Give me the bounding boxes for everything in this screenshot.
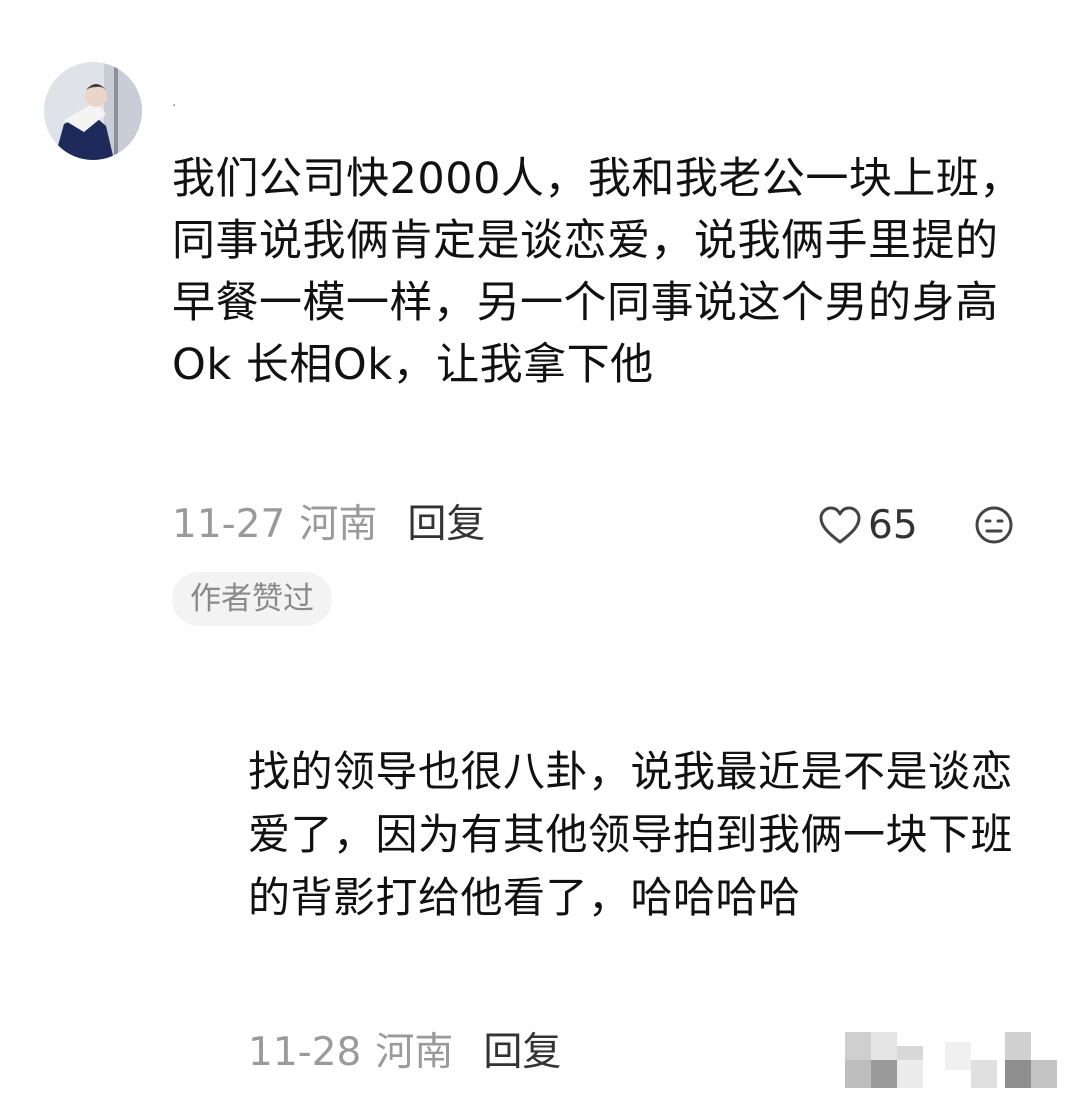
like-count: 65 bbox=[868, 502, 918, 548]
avatar[interactable] bbox=[44, 62, 142, 160]
comment-meta: 11-28 河南 回复 bbox=[248, 1028, 561, 1078]
username[interactable]: . bbox=[172, 92, 176, 112]
reply-button[interactable]: 回复 bbox=[407, 502, 485, 547]
like-button[interactable]: 65 bbox=[818, 500, 918, 550]
comment-item: 找的领导也很八卦，说我最近是不是谈恋爱了，因为有其他领导拍到我俩一块下班的背影打… bbox=[0, 640, 1080, 1096]
emoji-reaction-button[interactable] bbox=[974, 505, 1014, 545]
comment-item: . 我们公司快2000人，我和我老公一块上班，同事说我俩肯定是谈恋爱，说我俩手里… bbox=[0, 0, 1080, 640]
emoji-face-icon bbox=[975, 506, 1013, 544]
comment-text: 我们公司快2000人，我和我老公一块上班，同事说我俩肯定是谈恋爱，说我俩手里提的… bbox=[172, 154, 1023, 390]
reply-button[interactable]: 回复 bbox=[483, 1030, 561, 1075]
comment-location: 河南 bbox=[375, 1030, 454, 1075]
pixelated-region bbox=[845, 1032, 1060, 1088]
comment-text: 找的领导也很八卦，说我最近是不是谈恋爱了，因为有其他领导拍到我俩一块下班的背影打… bbox=[248, 747, 1014, 922]
author-liked-badge: 作者赞过 bbox=[172, 572, 332, 626]
comment-date: 11-27 bbox=[172, 502, 286, 547]
comment-meta: 11-27 河南 回复 bbox=[172, 500, 485, 550]
heart-outline-icon bbox=[819, 506, 861, 544]
pixelated-region-icon bbox=[845, 1032, 1057, 1088]
comment-location: 河南 bbox=[299, 502, 378, 547]
comment-date: 11-28 bbox=[248, 1030, 362, 1075]
avatar-photo bbox=[44, 62, 142, 160]
